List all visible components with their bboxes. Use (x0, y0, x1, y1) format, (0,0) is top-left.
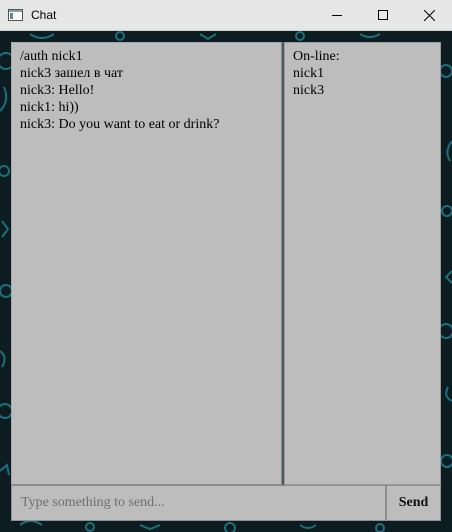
send-button[interactable]: Send (386, 485, 441, 521)
online-user[interactable]: nick3 (293, 82, 432, 99)
chat-history[interactable]: /auth nick1 nick3 зашел в чат nick3: Hel… (11, 42, 282, 485)
minimize-button[interactable] (314, 0, 360, 30)
online-user[interactable]: nick1 (293, 65, 432, 82)
maximize-button[interactable] (360, 0, 406, 30)
chat-message: nick3 зашел в чат (20, 66, 123, 81)
chat-message: nick1: hi)) (20, 100, 79, 115)
chat-message: nick3: Do you want to eat or drink? (20, 117, 220, 132)
message-input[interactable] (11, 485, 386, 521)
window-title: Chat (31, 8, 57, 22)
maximize-icon (378, 10, 388, 20)
close-icon (423, 9, 435, 21)
title-bar: Chat (0, 0, 452, 31)
chat-message: /auth nick1 (20, 49, 83, 64)
app-window-icon (8, 9, 23, 21)
minimize-icon (332, 15, 342, 16)
online-header: On-line: (293, 49, 340, 64)
close-button[interactable] (406, 0, 452, 30)
online-users-list[interactable]: On-line: nick1 nick3 (284, 42, 441, 485)
chat-message: nick3: Hello! (20, 83, 95, 98)
